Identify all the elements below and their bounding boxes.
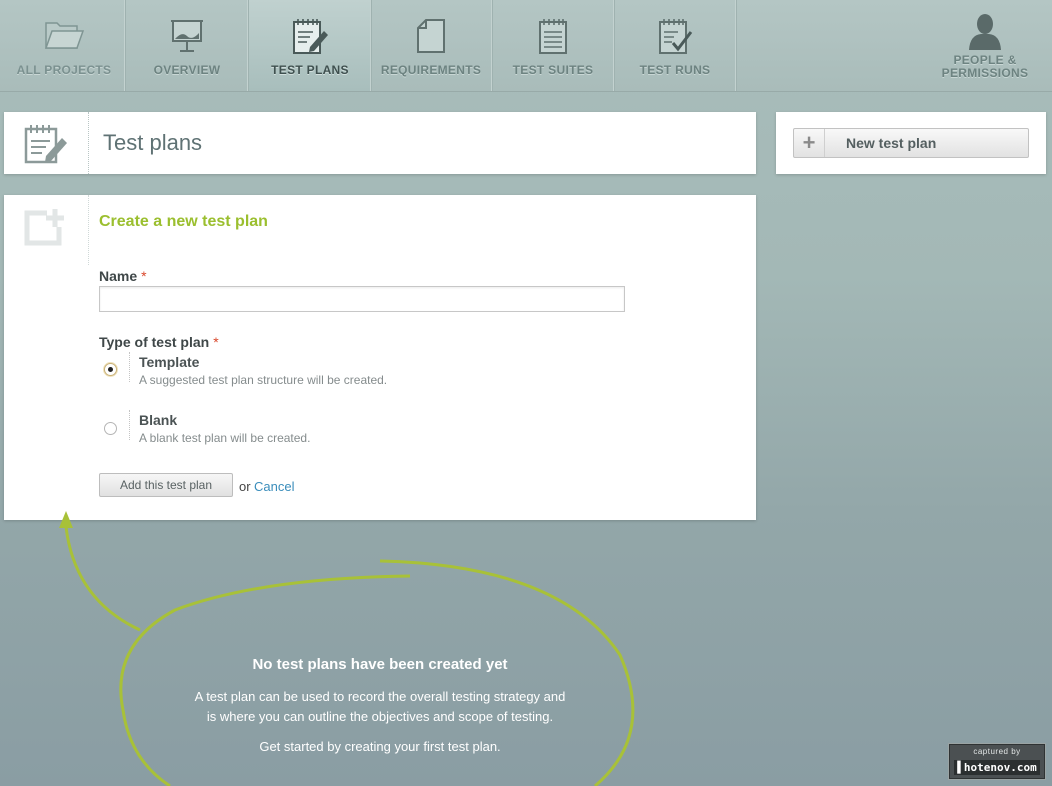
template-radio[interactable] (104, 363, 117, 376)
name-label: Name * (99, 268, 147, 284)
or-text: or (239, 479, 251, 494)
tab-label: OVERVIEW (153, 63, 221, 77)
tab-test-plans[interactable]: TEST PLANS (248, 0, 372, 91)
page-title: Test plans (103, 130, 203, 155)
tab-label: PEOPLE & PERMISSIONS (926, 54, 1044, 80)
tab-all-projects[interactable]: ALL PROJECTS (3, 0, 126, 91)
name-label-text: Name (99, 268, 138, 284)
tab-label: TEST RUNS (639, 63, 711, 77)
create-test-plan-form: Create a new test plan Name * Type of tes… (4, 195, 756, 520)
blank-option-desc: A blank test plan will be created. (139, 431, 311, 445)
badge-top-text: captured by (973, 747, 1021, 756)
template-option-desc: A suggested test plan structure will be … (139, 373, 388, 387)
add-document-icon (23, 207, 67, 252)
cancel-link[interactable]: Cancel (254, 479, 294, 494)
tab-test-runs[interactable]: TEST RUNS (614, 0, 737, 91)
name-input[interactable] (99, 286, 625, 312)
option-divider (129, 410, 130, 440)
people-label-line2: PERMISSIONS (941, 66, 1029, 80)
add-test-plan-button[interactable]: Add this test plan (99, 473, 233, 497)
badge-bottom-text: ▌hotenov.com (954, 760, 1040, 775)
plus-icon: + (794, 129, 825, 157)
empty-state-text: A test plan can be used to record the ov… (194, 689, 566, 704)
notepad-check-icon (614, 17, 736, 57)
new-test-plan-label: New test plan (846, 135, 937, 151)
blank-radio[interactable] (104, 422, 117, 435)
notepad-lines-icon (492, 17, 614, 57)
template-option-title: Template (139, 354, 200, 370)
tab-label: ALL PROJECTS (16, 63, 112, 77)
notepad-pen-icon (22, 122, 68, 171)
required-mark: * (213, 334, 219, 350)
badge-site: hotenov.com (963, 761, 1037, 774)
notepad-pen-icon (249, 17, 371, 57)
empty-state-title: No test plans have been created yet (252, 656, 508, 673)
header-divider (88, 112, 89, 174)
person-silhouette-icon (926, 13, 1044, 53)
empty-state-cta-text: Get started by creating your first test … (259, 739, 501, 754)
empty-state-text: is where you can outline the objectives … (206, 709, 554, 724)
tab-label: TEST PLANS (271, 63, 349, 77)
tab-overview[interactable]: OVERVIEW (126, 0, 249, 91)
actions-panel: + New test plan (776, 112, 1046, 174)
new-test-plan-button[interactable]: + New test plan (793, 128, 1029, 158)
capture-badge: captured by ▌hotenov.com (949, 744, 1045, 779)
form-title: Create a new test plan (99, 213, 268, 230)
presentation-board-icon (126, 17, 248, 57)
tab-label: TEST SUITES (512, 63, 594, 77)
type-label: Type of test plan * (99, 334, 219, 350)
type-label-text: Type of test plan (99, 334, 210, 350)
option-divider (129, 352, 130, 382)
tab-label: REQUIREMENTS (380, 63, 482, 77)
tab-test-suites[interactable]: TEST SUITES (492, 0, 615, 91)
top-navigation: ALL PROJECTS OVERVIEW TEST PLANS REQUIRE… (0, 0, 1052, 92)
folder-icon (3, 17, 125, 57)
tab-requirements[interactable]: REQUIREMENTS (370, 0, 493, 91)
blank-option-title: Blank (139, 412, 178, 428)
page-header: Test plans (4, 112, 756, 174)
form-divider (88, 195, 89, 265)
required-mark: * (141, 268, 147, 284)
people-label-line1: PEOPLE & (953, 53, 1017, 67)
tab-people-permissions[interactable]: PEOPLE & PERMISSIONS (926, 0, 1044, 91)
document-icon (370, 17, 492, 57)
